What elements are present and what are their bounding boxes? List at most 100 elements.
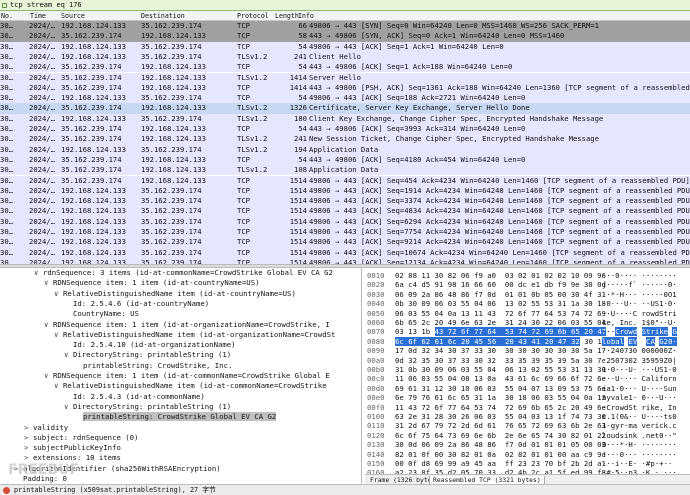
packet-row[interactable]: 30… 2024/… 192.168.124.133 35.162.239.174 TC…	[0, 237, 690, 248]
collapse-arrow-icon[interactable]: ∨	[44, 371, 53, 381]
detail-tree-item[interactable]: ∨ RDNSequence item: 1 item (id-at-organiz…	[44, 320, 330, 330]
packet-row[interactable]: 30… 2024/… 35.162.239.174 192.168.124.133 TL…	[0, 72, 690, 83]
packet-row[interactable]: 30… 2024/… 35.162.239.174 192.168.124.133 TC…	[0, 62, 690, 73]
cell-time: 2024/…	[29, 94, 55, 103]
detail-tree-item[interactable]: > validity	[24, 423, 68, 433]
cell-source: 192.168.124.133	[61, 238, 126, 247]
cell-info: 49806 → 443 [ACK] Seq=1 Ack=1 Win=64240 …	[309, 42, 504, 51]
packet-row[interactable]: 30… 2024/… 192.168.124.133 35.162.239.174 TL…	[0, 51, 690, 63]
cell-source: 192.168.124.133	[61, 248, 126, 257]
collapse-arrow-icon[interactable]: ∨	[64, 402, 73, 412]
col-header-protocol[interactable]: Protocol	[237, 12, 275, 20]
cell-protocol: TCP	[237, 94, 250, 103]
cell-length: 1414	[289, 83, 307, 92]
display-filter-input[interactable]: tcp stream eq 176	[10, 1, 82, 10]
packet-row[interactable]: 30… 2024/… 192.168.124.133 35.162.239.174 TC…	[0, 21, 690, 32]
packet-list[interactable]: No. Time Source Destination Protocol Len…	[0, 11, 690, 264]
packet-row[interactable]: 30… 2024/… 192.168.124.133 35.162.239.174 TC…	[0, 185, 690, 197]
cell-no: 30…	[0, 207, 13, 216]
detail-tree-item[interactable]: Id: 2.5.4.6 (id-at-countryName)	[64, 299, 209, 309]
display-filter-bar[interactable]: tcp stream eq 176	[0, 0, 690, 11]
packet-row[interactable]: 30… 2024/… 35.162.239.174 192.168.124.133 TL…	[0, 103, 690, 114]
packet-row[interactable]: 30… 2024/… 35.162.239.174 192.168.124.133 TL…	[0, 165, 690, 176]
detail-tree-item[interactable]: ∨ RelativeDistinguishedName item (id-at-c…	[54, 381, 327, 391]
expand-arrow-icon[interactable]: >	[24, 443, 33, 453]
detail-item-label: subjectPublicKeyInfo	[33, 443, 121, 453]
detail-tree-item[interactable]: printableString: CrowdStrike Global EV C…	[74, 412, 277, 422]
detail-tree-item[interactable]: ∨ RelativeDistinguishedName item (id-at-c…	[54, 289, 296, 299]
cell-no: 30…	[0, 238, 13, 247]
collapse-arrow-icon[interactable]: ∨	[44, 320, 53, 330]
detail-tree-item[interactable]: ∨ RDNSequence item: 1 item (id-at-commonN…	[44, 371, 330, 381]
detail-tree-item[interactable]: Id: 2.5.4.3 (id-at-commonName)	[64, 392, 205, 402]
packet-row[interactable]: 30… 2024/… 35.162.239.174 192.168.124.133 TC…	[0, 31, 690, 42]
collapse-arrow-icon[interactable]: ∨	[34, 268, 43, 278]
collapse-arrow-icon[interactable]: ∨	[54, 289, 63, 299]
cell-source: 35.162.239.174	[61, 176, 122, 185]
cell-destination: 192.168.124.133	[141, 155, 206, 164]
col-header-source[interactable]: Source	[61, 12, 138, 20]
cell-source: 35.162.239.174	[61, 73, 122, 82]
filter-bookmark-icon[interactable]	[2, 3, 7, 8]
cell-no: 30…	[0, 94, 13, 103]
cell-protocol: TCP	[237, 248, 250, 257]
cell-length: 1514	[289, 228, 307, 236]
detail-tree-item[interactable]: > subject: rdnSequence (0)	[24, 433, 138, 443]
col-header-no[interactable]: No.	[1, 12, 27, 20]
packet-row[interactable]: 30… 2024/… 192.168.124.133 35.162.239.174 TC…	[0, 227, 690, 238]
cell-destination: 192.168.124.133	[141, 104, 206, 113]
cell-destination: 35.162.239.174	[141, 94, 202, 103]
collapse-arrow-icon[interactable]: ∨	[54, 330, 63, 340]
packet-row[interactable]: 30… 2024/… 192.168.124.133 35.162.239.174 TC…	[0, 247, 690, 258]
collapse-arrow-icon[interactable]: ∨	[44, 278, 53, 288]
cell-protocol: TCP	[237, 238, 250, 247]
packet-row[interactable]: 30… 2024/… 192.168.124.133 35.162.239.174 TL…	[0, 144, 690, 155]
col-header-time[interactable]: Time	[30, 12, 60, 20]
expert-info-icon[interactable]	[3, 487, 10, 494]
detail-tree-item[interactable]: > subjectPublicKeyInfo	[24, 443, 121, 453]
expand-arrow-icon[interactable]: >	[24, 423, 33, 433]
cell-protocol: TCP	[237, 228, 250, 236]
cell-destination: 192.168.124.133	[141, 83, 206, 92]
cell-info: 443 → 49806 [ACK] Seq=1 Ack=188 Win=6424…	[309, 63, 513, 72]
packet-row[interactable]: 30… 2024/… 192.168.124.133 35.162.239.174 TL…	[0, 113, 690, 124]
packet-details-tree[interactable]: ∨ rdnSequence: 3 items (id-at-commonName=…	[0, 268, 362, 484]
collapse-arrow-icon[interactable]: ∨	[54, 381, 63, 391]
packet-row[interactable]: 30… 2024/… 192.168.124.133 35.162.239.174 TC…	[0, 93, 690, 104]
packet-bytes-pane[interactable]: 0010 02 88 11 30 82 06 f9 a0 03 02 01 02 …	[365, 268, 690, 474]
detail-item-label: Id: 2.5.4.6 (id-at-countryName)	[73, 298, 210, 308]
packet-row[interactable]: 30… 2024/… 35.162.239.174 192.168.124.133 TL…	[0, 134, 690, 145]
detail-tree-item[interactable]: ∨ DirectoryString: printableString (1)	[64, 350, 231, 360]
collapse-arrow-icon[interactable]: ∨	[64, 350, 73, 360]
cell-length: 54	[298, 155, 307, 164]
detail-tree-item[interactable]: ∨ DirectoryString: printableString (1)	[64, 402, 231, 412]
detail-tree-item[interactable]: ∨ RelativeDistinguishedName item (id-at-o…	[54, 330, 335, 340]
cell-no: 30…	[0, 176, 13, 185]
packet-row[interactable]: 30… 2024/… 35.162.239.174 192.168.124.133 TC…	[0, 154, 690, 166]
packet-row[interactable]: 30… 2024/… 35.162.239.174 192.168.124.133 TC…	[0, 82, 690, 94]
packet-row[interactable]: 30… 2024/… 192.168.124.133 35.162.239.174 TC…	[0, 41, 690, 52]
detail-item-label: Id: 2.5.4.3 (id-at-commonName)	[73, 391, 205, 401]
cell-info: Client Hello	[309, 52, 361, 61]
cell-info: 49806 → 443 [ACK] Seq=3374 Ack=4234 Win=…	[309, 197, 690, 206]
packet-row[interactable]: 30… 2024/… 192.168.124.133 35.162.239.174 TC…	[0, 216, 690, 227]
detail-tree-item[interactable]: ∨ RDNSequence item: 1 item (id-at-country…	[44, 278, 259, 288]
cell-protocol: TCP	[237, 186, 250, 195]
cell-length: 54	[298, 94, 307, 103]
detail-tree-item[interactable]: CountryName: US	[64, 309, 139, 319]
col-header-info[interactable]: Info	[298, 12, 679, 20]
detail-tree-item[interactable]: ∨ rdnSequence: 3 items (id-at-commonName=…	[34, 268, 333, 278]
packet-row[interactable]: 30… 2024/… 35.162.239.174 192.168.124.133 TC…	[0, 175, 690, 186]
packet-row[interactable]: 30… 2024/… 192.168.124.133 35.162.239.174 TC…	[0, 196, 690, 207]
expand-arrow-icon[interactable]: >	[24, 433, 33, 443]
cell-no: 30…	[0, 135, 13, 144]
detail-tree-item[interactable]: printableString: CrowdStrike, Inc.	[74, 361, 232, 371]
packet-row[interactable]: 30… 2024/… 192.168.124.133 35.162.239.174 TC…	[0, 206, 690, 217]
cell-source: 35.162.239.174	[61, 104, 122, 113]
cell-destination: 35.162.239.174	[141, 186, 202, 195]
detail-tree-item[interactable]: Id: 2.5.4.10 (id-at-organizationName)	[64, 340, 236, 350]
packet-row[interactable]: 30… 2024/… 35.162.239.174 192.168.124.133 TC…	[0, 124, 690, 135]
col-header-destination[interactable]: Destination	[141, 12, 233, 20]
cell-source: 35.162.239.174	[61, 166, 122, 175]
detail-item-label: RelativeDistinguishedName item (id-at-or…	[63, 329, 336, 339]
